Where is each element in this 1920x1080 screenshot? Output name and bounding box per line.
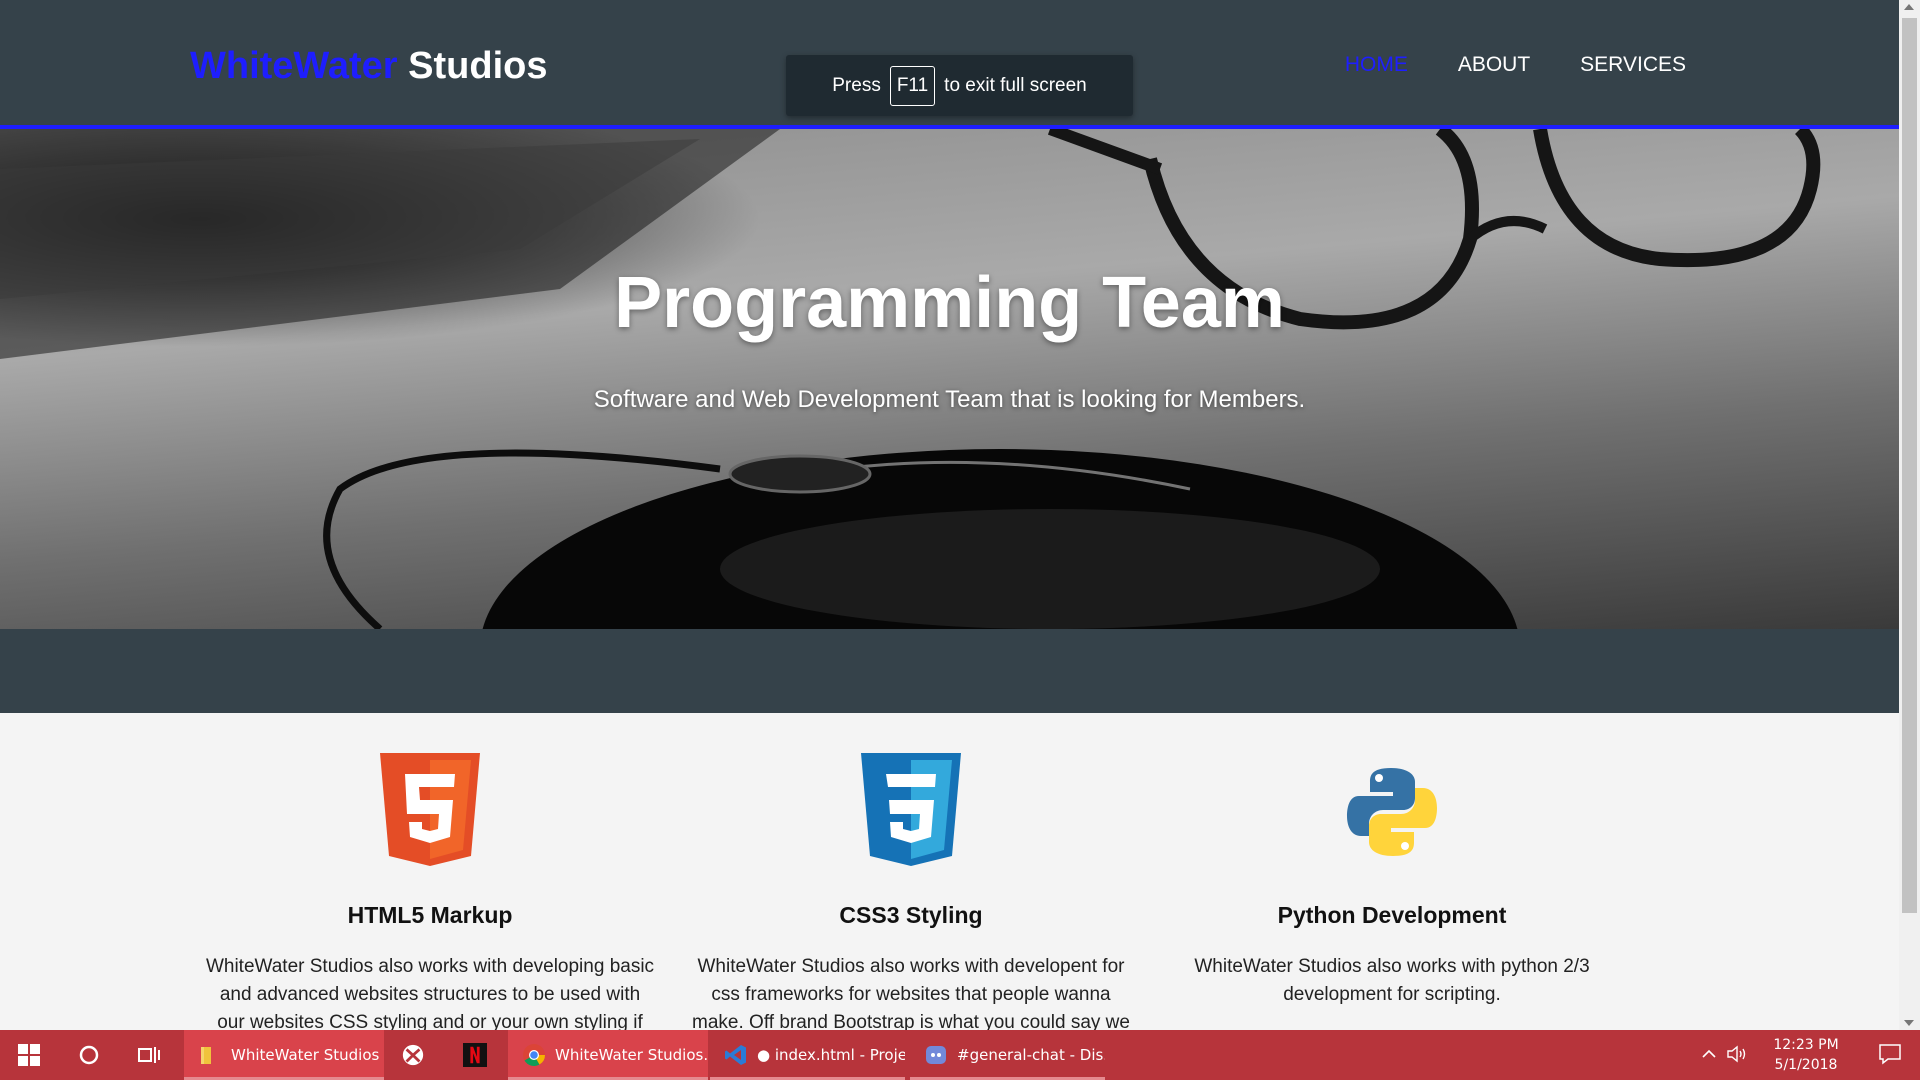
services-section: HTML5 Markup WhiteWater Studios also wor… [0, 713, 1899, 1030]
dark-band [0, 629, 1899, 713]
hero-showcase: Programming Team Software and Web Develo… [0, 129, 1899, 629]
task-view-button[interactable] [120, 1030, 178, 1080]
fullscreen-notice-prefix: Press [832, 74, 881, 96]
page-scrollbar[interactable] [1899, 0, 1920, 1030]
fullscreen-notice-suffix: to exit full screen [944, 74, 1087, 96]
taskbar-app-label: ● index.html - Proje... [757, 1046, 905, 1064]
cortana-circle-icon [79, 1045, 99, 1065]
service-title: CSS3 Styling [839, 902, 983, 928]
nav-services[interactable]: Services [1580, 52, 1686, 78]
taskbar-app-xbox[interactable] [385, 1030, 445, 1080]
taskbar-app-discord[interactable]: #general-chat - Dis... [910, 1030, 1105, 1080]
service-css3: CSS3 Styling WhiteWater Studios also wor… [676, 713, 1146, 1030]
taskbar-clock[interactable]: 12:23 PM 5/1/2018 [1766, 1035, 1846, 1075]
cortana-button[interactable] [60, 1030, 118, 1080]
python-icon [1347, 768, 1437, 856]
service-python: Python Development WhiteWater Studios al… [1157, 713, 1627, 1009]
html5-icon [380, 753, 480, 866]
scroll-up-icon[interactable] [1904, 4, 1914, 10]
brand-highlight: WhiteWater [190, 45, 398, 87]
service-description: WhiteWater Studios also works with devel… [692, 956, 1130, 1030]
folder-icon [198, 1043, 222, 1067]
fullscreen-notice: Press F11 to exit full screen [786, 55, 1133, 116]
site-header: WhiteWater Studios Press F11 to exit ful… [0, 0, 1899, 129]
action-center-button[interactable] [1878, 1043, 1902, 1069]
discord-icon [924, 1043, 948, 1067]
nav-about[interactable]: About [1458, 52, 1530, 78]
clock-time: 12:23 PM [1773, 1037, 1839, 1053]
windows-taskbar: WhiteWater Studios WhiteWater Studios...… [0, 1030, 1920, 1080]
task-view-icon [138, 1047, 160, 1063]
main-nav: Home About Services [1345, 52, 1686, 78]
service-description: WhiteWater Studios also works with pytho… [1194, 956, 1590, 1005]
show-hidden-icons-button[interactable] [1700, 1045, 1718, 1067]
service-html5: HTML5 Markup WhiteWater Studios also wor… [195, 713, 665, 1030]
f11-key: F11 [889, 65, 936, 106]
taskbar-app-vscode[interactable]: ● index.html - Proje... [710, 1030, 905, 1080]
service-description: WhiteWater Studios also works with devel… [205, 956, 655, 1030]
service-title: HTML5 Markup [347, 902, 513, 928]
taskbar-app-netflix[interactable] [446, 1030, 506, 1080]
scroll-thumb[interactable] [1902, 18, 1917, 913]
hero-title: Programming Team [614, 263, 1285, 343]
hero-subtitle: Software and Web Development Team that i… [593, 386, 1306, 413]
vscode-icon [724, 1043, 748, 1067]
taskbar-app-label: WhiteWater Studios [231, 1046, 380, 1064]
brand-rest: Studios [397, 45, 548, 87]
speaker-icon [1727, 1045, 1746, 1063]
start-button[interactable] [0, 1030, 58, 1080]
taskbar-app-chrome[interactable]: WhiteWater Studios... [508, 1030, 708, 1080]
chrome-icon [522, 1043, 546, 1067]
chevron-up-icon [1702, 1049, 1716, 1058]
windows-logo-icon [18, 1044, 40, 1066]
nav-home[interactable]: Home [1345, 52, 1408, 78]
service-title: Python Development [1277, 902, 1507, 928]
taskbar-app-file-explorer[interactable]: WhiteWater Studios [184, 1030, 384, 1080]
site-brand[interactable]: WhiteWater Studios [190, 44, 547, 88]
notification-icon [1879, 1044, 1901, 1065]
system-tray: 12:23 PM 5/1/2018 [1700, 1030, 1920, 1080]
taskbar-app-label: WhiteWater Studios... [555, 1046, 708, 1064]
scroll-down-icon[interactable] [1904, 1020, 1914, 1026]
clock-date: 5/1/2018 [1774, 1057, 1838, 1073]
xbox-icon [401, 1043, 425, 1067]
taskbar-app-label: #general-chat - Dis... [957, 1046, 1105, 1064]
netflix-icon [463, 1043, 487, 1067]
volume-button[interactable] [1726, 1045, 1748, 1067]
hero-background-image [0, 129, 1821, 629]
css3-icon [861, 753, 961, 866]
